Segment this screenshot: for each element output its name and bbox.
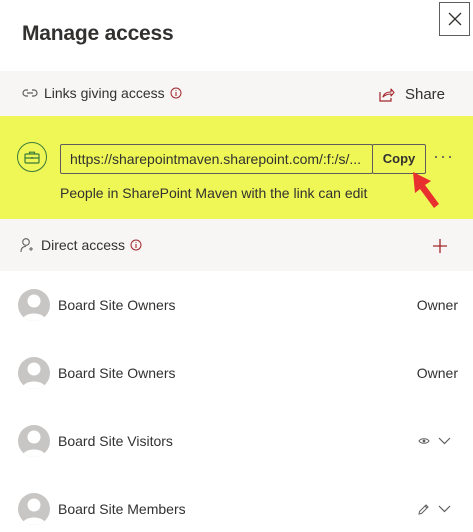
member-name: Board Site Members bbox=[58, 501, 186, 517]
info-icon[interactable] bbox=[170, 87, 182, 99]
permission-dropdown[interactable] bbox=[417, 503, 451, 516]
chevron-down-icon bbox=[438, 505, 451, 513]
eye-icon bbox=[418, 438, 430, 444]
page-title: Manage access bbox=[22, 22, 174, 45]
person-icon bbox=[20, 238, 33, 253]
direct-access-label: Direct access bbox=[41, 237, 126, 253]
links-heading: Links giving access bbox=[22, 85, 182, 101]
member-role[interactable]: Owner bbox=[417, 297, 458, 313]
plus-icon bbox=[433, 239, 447, 253]
member-role[interactable]: Owner bbox=[417, 365, 458, 381]
member-name: Board Site Owners bbox=[58, 297, 176, 313]
permission-dropdown[interactable] bbox=[418, 437, 451, 445]
link-url-field[interactable]: https://sharepointmaven.sharepoint.com/:… bbox=[60, 144, 373, 174]
link-icon bbox=[22, 89, 38, 97]
share-icon bbox=[379, 88, 395, 102]
link-type-icon bbox=[17, 142, 47, 172]
member-row[interactable]: Board Site Visitors bbox=[0, 421, 473, 461]
share-label: Share bbox=[404, 86, 445, 103]
member-row[interactable]: Board Site Owners Owner bbox=[0, 285, 473, 325]
member-name: Board Site Owners bbox=[58, 365, 176, 381]
member-name: Board Site Visitors bbox=[58, 433, 173, 449]
links-section-header: Links giving access Share bbox=[0, 71, 473, 116]
avatar bbox=[18, 289, 50, 321]
pencil-icon bbox=[418, 503, 429, 515]
red-arrow-annotation bbox=[413, 172, 439, 208]
briefcase-icon bbox=[24, 151, 40, 164]
close-button[interactable] bbox=[439, 2, 470, 36]
more-options-button[interactable]: ··· bbox=[433, 147, 454, 165]
direct-access-section-header: Direct access bbox=[0, 219, 473, 271]
link-description: People in SharePoint Maven with the link… bbox=[60, 185, 368, 201]
avatar bbox=[18, 493, 50, 525]
direct-access-heading: Direct access bbox=[20, 237, 142, 253]
avatar bbox=[18, 357, 50, 389]
member-row[interactable]: Board Site Members bbox=[0, 489, 473, 529]
avatar bbox=[18, 425, 50, 457]
info-icon[interactable] bbox=[130, 239, 142, 251]
close-icon bbox=[448, 12, 461, 26]
links-heading-label: Links giving access bbox=[44, 85, 165, 101]
share-button[interactable]: Share bbox=[379, 86, 445, 103]
member-row[interactable]: Board Site Owners Owner bbox=[0, 353, 473, 393]
add-direct-access-button[interactable] bbox=[432, 238, 448, 259]
chevron-down-icon bbox=[438, 437, 451, 445]
